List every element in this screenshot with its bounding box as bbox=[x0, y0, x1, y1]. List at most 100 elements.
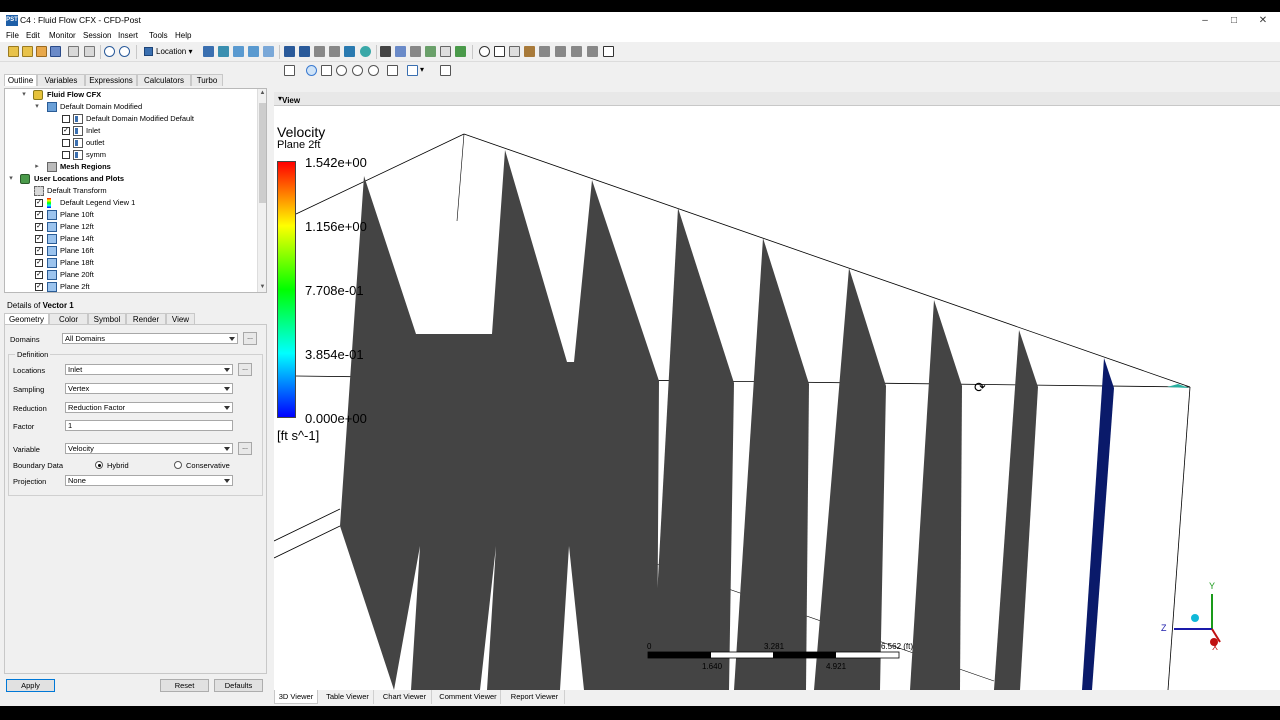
maximize-icon[interactable]: □ bbox=[1219, 13, 1249, 29]
probe-icon[interactable] bbox=[524, 46, 535, 57]
particle-track-icon[interactable] bbox=[248, 46, 259, 57]
screenshot-icon[interactable] bbox=[84, 46, 95, 57]
undo-icon[interactable] bbox=[104, 46, 115, 57]
locations-more-button[interactable]: ... bbox=[238, 363, 252, 376]
tab-expressions[interactable]: Expressions bbox=[85, 74, 137, 86]
macro-calculator-icon[interactable] bbox=[555, 46, 566, 57]
variable-select[interactable]: Velocity bbox=[65, 443, 233, 454]
tab-calculators[interactable]: Calculators bbox=[137, 74, 191, 86]
visibility-checkbox[interactable]: ✓ bbox=[35, 211, 43, 219]
function-calculator-icon[interactable] bbox=[539, 46, 550, 57]
timestep-icon[interactable] bbox=[479, 46, 490, 57]
tab-comment-viewer[interactable]: Comment Viewer bbox=[436, 690, 501, 704]
open-folder-icon[interactable] bbox=[36, 46, 47, 57]
visibility-checkbox[interactable]: ✓ bbox=[35, 199, 43, 207]
quick-editor-icon[interactable] bbox=[509, 46, 520, 57]
zoom-fit-icon[interactable] bbox=[368, 65, 379, 76]
visibility-checkbox[interactable]: ✓ bbox=[35, 235, 43, 243]
redo-icon[interactable] bbox=[119, 46, 130, 57]
hybrid-radio[interactable] bbox=[95, 461, 103, 469]
highlight-icon[interactable] bbox=[387, 65, 398, 76]
expression-icon[interactable] bbox=[395, 46, 406, 57]
menu-tools[interactable]: Tools bbox=[149, 31, 168, 40]
select-icon[interactable] bbox=[284, 65, 295, 76]
tab-table-viewer[interactable]: Table Viewer bbox=[322, 690, 374, 704]
tab-3d-viewer[interactable]: 3D Viewer bbox=[274, 690, 318, 704]
save-icon[interactable] bbox=[50, 46, 61, 57]
command-editor-icon[interactable] bbox=[603, 46, 614, 57]
domains-select[interactable]: All Domains bbox=[62, 333, 238, 344]
case-comparison-icon[interactable] bbox=[587, 46, 598, 57]
minimize-icon[interactable]: – bbox=[1190, 13, 1220, 29]
visibility-checkbox[interactable]: ✓ bbox=[35, 259, 43, 267]
view-name[interactable]: View 1 ▾ bbox=[278, 94, 300, 114]
3d-viewport[interactable]: Velocity Plane 2ft 1.542e+00 1.156e+00 7… bbox=[274, 106, 1280, 690]
projection-select[interactable]: None bbox=[65, 475, 233, 486]
menu-session[interactable]: Session bbox=[83, 31, 111, 40]
chevron-down-icon[interactable]: ▾ bbox=[420, 65, 424, 74]
tree-scrollbar[interactable]: ▲ ▼ bbox=[257, 89, 266, 292]
visibility-checkbox[interactable]: ✓ bbox=[35, 283, 43, 291]
collapse-icon[interactable]: ▾ bbox=[7, 173, 15, 185]
close-icon[interactable]: ✕ bbox=[1248, 13, 1278, 29]
tab-turbo[interactable]: Turbo bbox=[191, 74, 223, 86]
reset-button[interactable]: Reset bbox=[160, 679, 209, 692]
reduction-select[interactable]: Reduction Factor bbox=[65, 402, 233, 413]
instance-transform-icon[interactable] bbox=[329, 46, 340, 57]
visibility-checkbox[interactable] bbox=[62, 139, 70, 147]
color-map-icon[interactable] bbox=[360, 46, 371, 57]
location-dropdown[interactable]: Location ▾ bbox=[142, 45, 193, 59]
volume-render-icon[interactable] bbox=[263, 46, 274, 57]
collapse-icon[interactable]: ▾ bbox=[20, 89, 28, 101]
defaults-button[interactable]: Defaults bbox=[214, 679, 263, 692]
visibility-checkbox[interactable]: ✓ bbox=[35, 271, 43, 279]
menu-monitor[interactable]: Monitor bbox=[49, 31, 76, 40]
tab-variables[interactable]: Variables bbox=[37, 74, 85, 86]
visibility-checkbox[interactable]: ✓ bbox=[62, 127, 70, 135]
mesh-calculator-icon[interactable] bbox=[571, 46, 582, 57]
visibility-checkbox[interactable] bbox=[62, 151, 70, 159]
pan-icon[interactable] bbox=[321, 65, 332, 76]
tab-report-viewer[interactable]: Report Viewer bbox=[505, 690, 565, 704]
contour-tool-icon[interactable] bbox=[218, 46, 229, 57]
scroll-up-icon[interactable]: ▲ bbox=[258, 89, 266, 98]
print-icon[interactable] bbox=[68, 46, 79, 57]
variable-more-button[interactable]: ... bbox=[238, 442, 252, 455]
visibility-checkbox[interactable]: ✓ bbox=[35, 223, 43, 231]
tab-outline[interactable]: Outline bbox=[4, 74, 37, 86]
menu-file[interactable]: File bbox=[6, 31, 19, 40]
clip-plane-icon[interactable] bbox=[344, 46, 355, 57]
chart-icon[interactable] bbox=[425, 46, 436, 57]
animation-icon[interactable] bbox=[494, 46, 505, 57]
menu-edit[interactable]: Edit bbox=[26, 31, 40, 40]
zoom-box-icon[interactable] bbox=[352, 65, 363, 76]
viewport-layout-icon[interactable] bbox=[407, 65, 418, 76]
visibility-checkbox[interactable] bbox=[62, 115, 70, 123]
legend-tool-icon[interactable] bbox=[314, 46, 325, 57]
domains-more-button[interactable]: ... bbox=[243, 332, 257, 345]
menu-insert[interactable]: Insert bbox=[118, 31, 138, 40]
apply-button[interactable]: Apply bbox=[6, 679, 55, 692]
variable-icon[interactable] bbox=[380, 46, 391, 57]
scrollbar-thumb[interactable] bbox=[259, 103, 266, 203]
factor-input[interactable]: 1 bbox=[65, 420, 233, 431]
comment-icon[interactable] bbox=[440, 46, 451, 57]
figure-icon[interactable] bbox=[455, 46, 466, 57]
menu-help[interactable]: Help bbox=[175, 31, 191, 40]
locations-select[interactable]: Inlet bbox=[65, 364, 233, 375]
visibility-checkbox[interactable]: ✓ bbox=[35, 247, 43, 255]
coordinate-frame-icon[interactable] bbox=[299, 46, 310, 57]
expand-icon[interactable]: ▸ bbox=[33, 161, 41, 173]
conservative-radio[interactable] bbox=[174, 461, 182, 469]
text-tool-icon[interactable] bbox=[284, 46, 295, 57]
rotate-icon[interactable] bbox=[306, 65, 317, 76]
table-icon[interactable] bbox=[410, 46, 421, 57]
vector-tool-icon[interactable] bbox=[203, 46, 214, 57]
zoom-icon[interactable] bbox=[336, 65, 347, 76]
streamline-tool-icon[interactable] bbox=[233, 46, 244, 57]
scroll-down-icon[interactable]: ▼ bbox=[258, 283, 266, 292]
tab-chart-viewer[interactable]: Chart Viewer bbox=[378, 690, 432, 704]
help-icon[interactable] bbox=[440, 65, 451, 76]
open-file-icon[interactable] bbox=[22, 46, 33, 57]
sampling-select[interactable]: Vertex bbox=[65, 383, 233, 394]
